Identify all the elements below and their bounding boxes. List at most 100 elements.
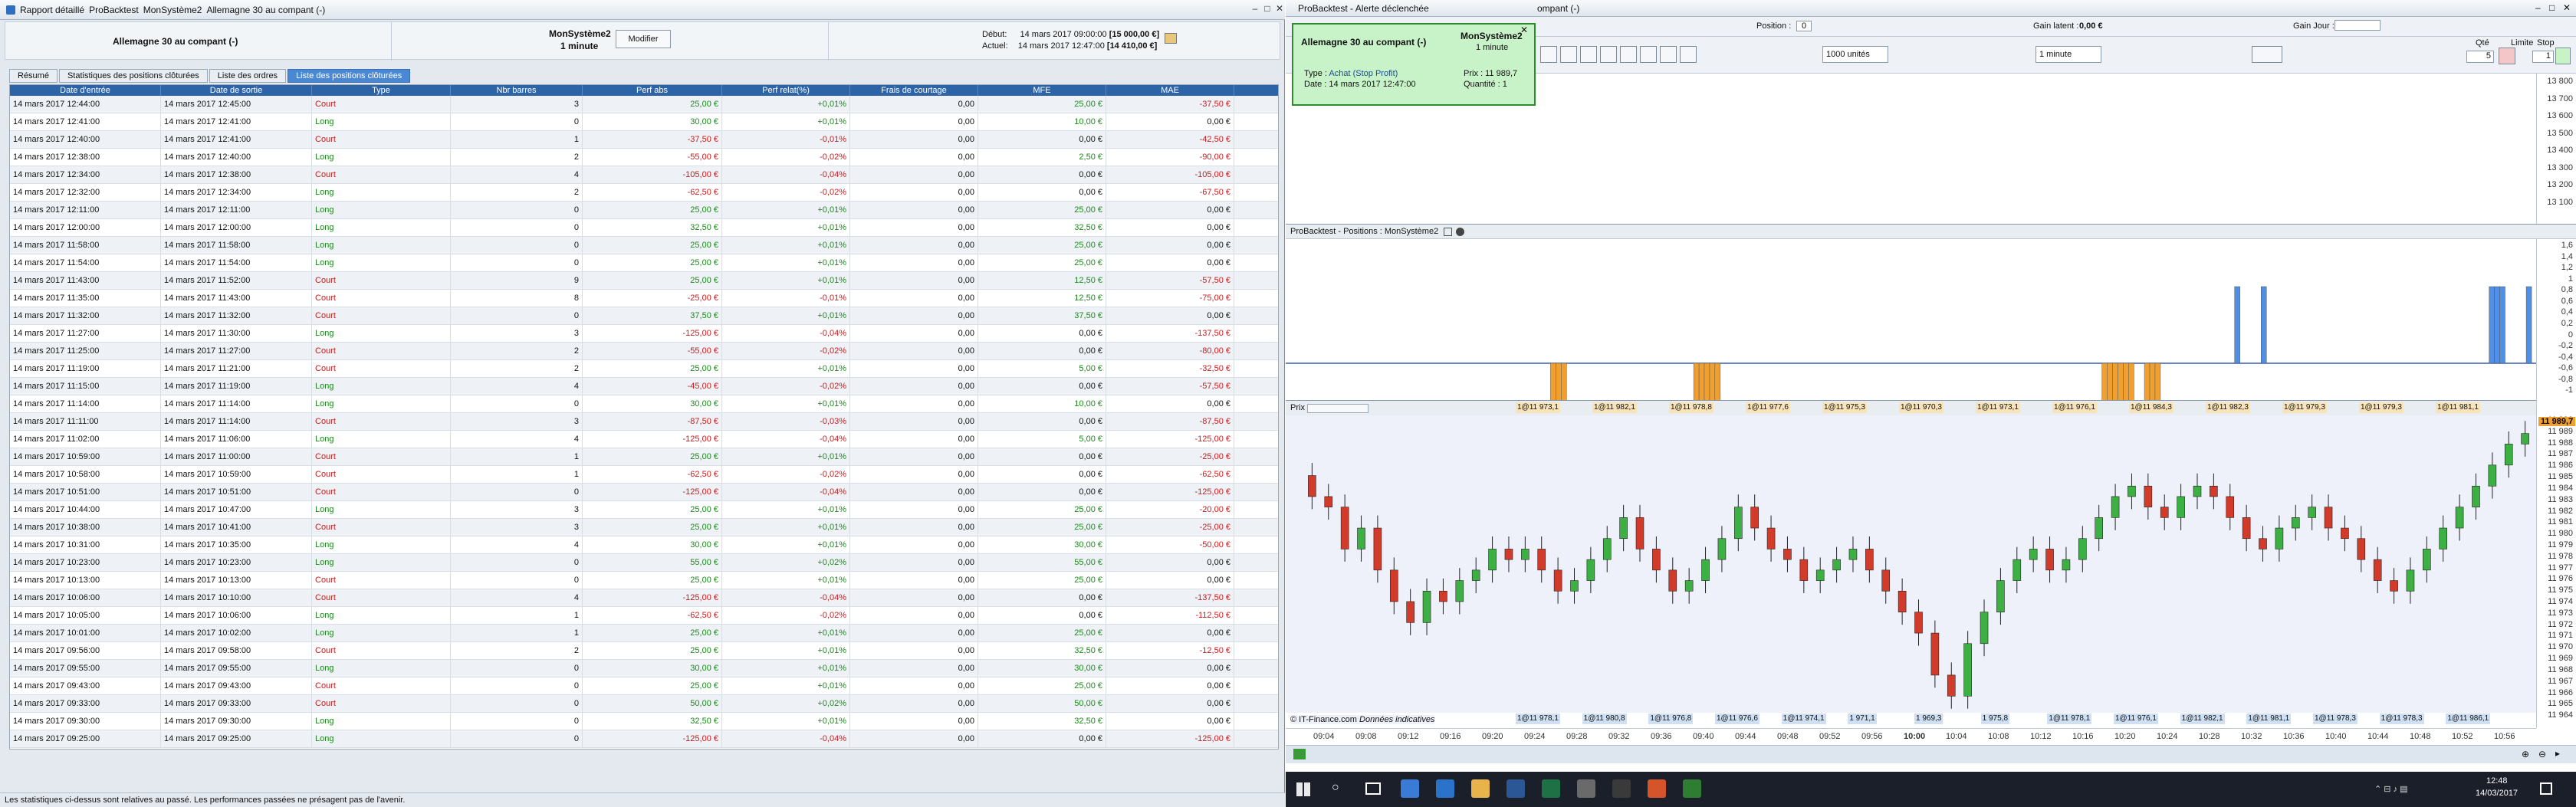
table-row[interactable]: 14 mars 2017 10:58:00 14 mars 2017 10:59:… (10, 466, 1278, 484)
table-row[interactable]: 14 mars 2017 10:38:00 14 mars 2017 10:41:… (10, 519, 1278, 536)
table-row[interactable]: 14 mars 2017 11:32:00 14 mars 2017 11:32:… (10, 307, 1278, 325)
cursor-tool-icon[interactable] (1540, 46, 1557, 63)
table-row[interactable]: 14 mars 2017 12:40:00 14 mars 2017 12:41:… (10, 131, 1278, 149)
table-row[interactable]: 14 mars 2017 11:58:00 14 mars 2017 11:58:… (10, 237, 1278, 254)
table-row[interactable]: 14 mars 2017 11:27:00 14 mars 2017 11:30:… (10, 325, 1278, 343)
table-row[interactable]: 14 mars 2017 09:25:00 14 mars 2017 09:25:… (10, 730, 1278, 748)
close-icon[interactable]: ✕ (1274, 3, 1285, 14)
table-row[interactable]: 14 mars 2017 12:11:00 14 mars 2017 12:11:… (10, 202, 1278, 219)
table-row[interactable]: 14 mars 2017 10:06:00 14 mars 2017 10:10:… (10, 589, 1278, 607)
interval-select[interactable]: 1 minute (2036, 46, 2101, 63)
timeline-scroll-bar[interactable]: ⊕ ⊖ ▸ (1286, 745, 2576, 763)
table-row[interactable]: 14 mars 2017 10:05:00 14 mars 2017 10:06:… (10, 607, 1278, 625)
tab-closed-positions[interactable]: Liste des positions clôturées (288, 69, 411, 83)
col-exit-date[interactable]: Date de sortie (161, 85, 312, 96)
col-mfe[interactable]: MFE (978, 85, 1106, 96)
table-row[interactable]: 14 mars 2017 12:00:00 14 mars 2017 12:00:… (10, 219, 1278, 237)
table-row[interactable]: 14 mars 2017 10:59:00 14 mars 2017 11:00:… (10, 448, 1278, 466)
col-fees[interactable]: Frais de courtage (850, 85, 978, 96)
col-mae[interactable]: MAE (1106, 85, 1234, 96)
line-tool-icon[interactable] (1560, 46, 1577, 63)
settings-icon[interactable] (1444, 227, 1453, 236)
table-row[interactable]: 14 mars 2017 10:31:00 14 mars 2017 10:35:… (10, 536, 1278, 554)
firefox-icon[interactable] (1648, 779, 1666, 798)
brush-tool-icon[interactable] (1580, 46, 1597, 63)
col-entry-date[interactable]: Date d'entrée (10, 85, 161, 96)
col-perf-rel[interactable]: Perf relat(%) (722, 85, 850, 96)
tab-orders[interactable]: Liste des ordres (209, 69, 287, 83)
chrome-icon[interactable] (1401, 779, 1419, 798)
limit-stop-field[interactable]: 1 (2532, 51, 2554, 63)
clock-time[interactable]: 12:48 (2486, 776, 2508, 786)
prorealtime-icon[interactable] (1683, 779, 1701, 798)
eraser-tool-icon[interactable] (1600, 46, 1617, 63)
table-row[interactable]: 14 mars 2017 11:35:00 14 mars 2017 11:43:… (10, 290, 1278, 307)
table-row[interactable]: 14 mars 2017 11:43:00 14 mars 2017 11:52:… (10, 272, 1278, 290)
app-icon[interactable] (1612, 779, 1631, 798)
table-row[interactable]: 14 mars 2017 09:56:00 14 mars 2017 09:58:… (10, 642, 1278, 660)
table-row[interactable]: 14 mars 2017 10:13:00 14 mars 2017 10:13:… (10, 572, 1278, 589)
table-row[interactable]: 14 mars 2017 10:01:00 14 mars 2017 10:02:… (10, 625, 1278, 642)
close-icon[interactable]: ✕ (2563, 2, 2571, 13)
table-row[interactable]: 14 mars 2017 12:32:00 14 mars 2017 12:34:… (10, 184, 1278, 202)
tab-closed-position-stats[interactable]: Statistiques des positions clôturées (58, 69, 208, 83)
word-icon[interactable] (1506, 779, 1525, 798)
table-row[interactable]: 14 mars 2017 11:14:00 14 mars 2017 11:14:… (10, 395, 1278, 413)
table-row[interactable]: 14 mars 2017 11:25:00 14 mars 2017 11:27:… (10, 343, 1278, 360)
table-row[interactable]: 14 mars 2017 12:34:00 14 mars 2017 12:38:… (10, 166, 1278, 184)
table-row[interactable]: 14 mars 2017 10:44:00 14 mars 2017 10:47:… (10, 501, 1278, 519)
timeline-icon[interactable] (1293, 749, 1306, 759)
modify-button[interactable]: Modifier (616, 30, 671, 48)
file-explorer-icon[interactable] (1471, 779, 1490, 798)
scroll-right-icon[interactable]: ▸ (2555, 748, 2560, 759)
col-perf-abs[interactable]: Perf abs (583, 85, 722, 96)
minimize-icon[interactable]: – (1250, 3, 1260, 14)
maximize-icon[interactable]: □ (2549, 2, 2555, 13)
units-select[interactable]: 1000 unités (1822, 46, 1888, 63)
table-row[interactable]: 14 mars 2017 11:11:00 14 mars 2017 11:14:… (10, 413, 1278, 431)
zoom-in-icon[interactable]: ⊕ (2522, 749, 2529, 759)
system-tray[interactable]: ⌃ ⊟ ♪ ▤ (2374, 784, 2408, 794)
alert-popup[interactable]: Allemagne 30 au compant (-) MonSystème2 … (1292, 23, 1536, 106)
close-pane-icon[interactable] (1456, 227, 1465, 236)
rectangle-tool-icon[interactable] (1660, 46, 1677, 63)
excel-icon[interactable] (1542, 779, 1560, 798)
minimize-icon[interactable]: – (2535, 2, 2541, 13)
col-type[interactable]: Type (312, 85, 451, 96)
buy-order-icon[interactable] (2555, 48, 2571, 64)
table-row[interactable]: 14 mars 2017 09:55:00 14 mars 2017 09:55:… (10, 660, 1278, 677)
table-row[interactable]: 14 mars 2017 09:43:00 14 mars 2017 09:43:… (10, 677, 1278, 695)
popup-close-icon[interactable]: ✕ (1520, 25, 1528, 35)
clock-date[interactable]: 14/03/2017 (2476, 789, 2518, 798)
zoom-tool-icon[interactable] (1640, 46, 1657, 63)
notifications-icon[interactable] (2540, 782, 2552, 795)
table-row[interactable]: 14 mars 2017 10:51:00 14 mars 2017 10:51:… (10, 484, 1278, 501)
maximize-icon[interactable]: □ (1262, 3, 1273, 14)
table-row[interactable]: 14 mars 2017 11:15:00 14 mars 2017 11:19:… (10, 378, 1278, 395)
table-row[interactable]: 14 mars 2017 12:44:00 14 mars 2017 12:45:… (10, 96, 1278, 113)
table-row[interactable]: 14 mars 2017 11:02:00 14 mars 2017 11:06:… (10, 431, 1278, 448)
col-bars[interactable]: Nbr barres (451, 85, 583, 96)
export-icon[interactable] (1165, 33, 1177, 44)
tab-summary[interactable]: Résumé (9, 69, 58, 83)
table-row[interactable]: 14 mars 2017 11:54:00 14 mars 2017 11:54:… (10, 254, 1278, 272)
windows-start-icon[interactable] (1296, 782, 1310, 796)
table-row[interactable]: 14 mars 2017 11:19:00 14 mars 2017 11:21:… (10, 360, 1278, 378)
fibonacci-tool-icon[interactable] (1680, 46, 1697, 63)
day-gain-field[interactable] (2334, 20, 2380, 31)
indicator-tool-icon[interactable] (1620, 46, 1637, 63)
edge-icon[interactable] (1436, 779, 1454, 798)
table-row[interactable]: 14 mars 2017 12:41:00 14 mars 2017 12:41:… (10, 113, 1278, 131)
chart-style-icon[interactable] (2252, 46, 2282, 63)
zoom-out-icon[interactable]: ⊖ (2538, 749, 2546, 759)
qty-field[interactable]: 5 (2466, 51, 2494, 63)
app-icon[interactable] (1577, 779, 1595, 798)
search-icon[interactable]: ○ (1332, 781, 1339, 795)
table-row[interactable]: 14 mars 2017 09:33:00 14 mars 2017 09:33:… (10, 695, 1278, 713)
table-row[interactable]: 14 mars 2017 12:38:00 14 mars 2017 12:40:… (10, 149, 1278, 166)
sell-order-icon[interactable] (2499, 48, 2515, 64)
task-view-icon[interactable] (1365, 782, 1381, 795)
table-row[interactable]: 14 mars 2017 09:30:00 14 mars 2017 09:30:… (10, 713, 1278, 730)
cell-bars: 0 (451, 237, 583, 254)
table-row[interactable]: 14 mars 2017 10:23:00 14 mars 2017 10:23:… (10, 554, 1278, 572)
